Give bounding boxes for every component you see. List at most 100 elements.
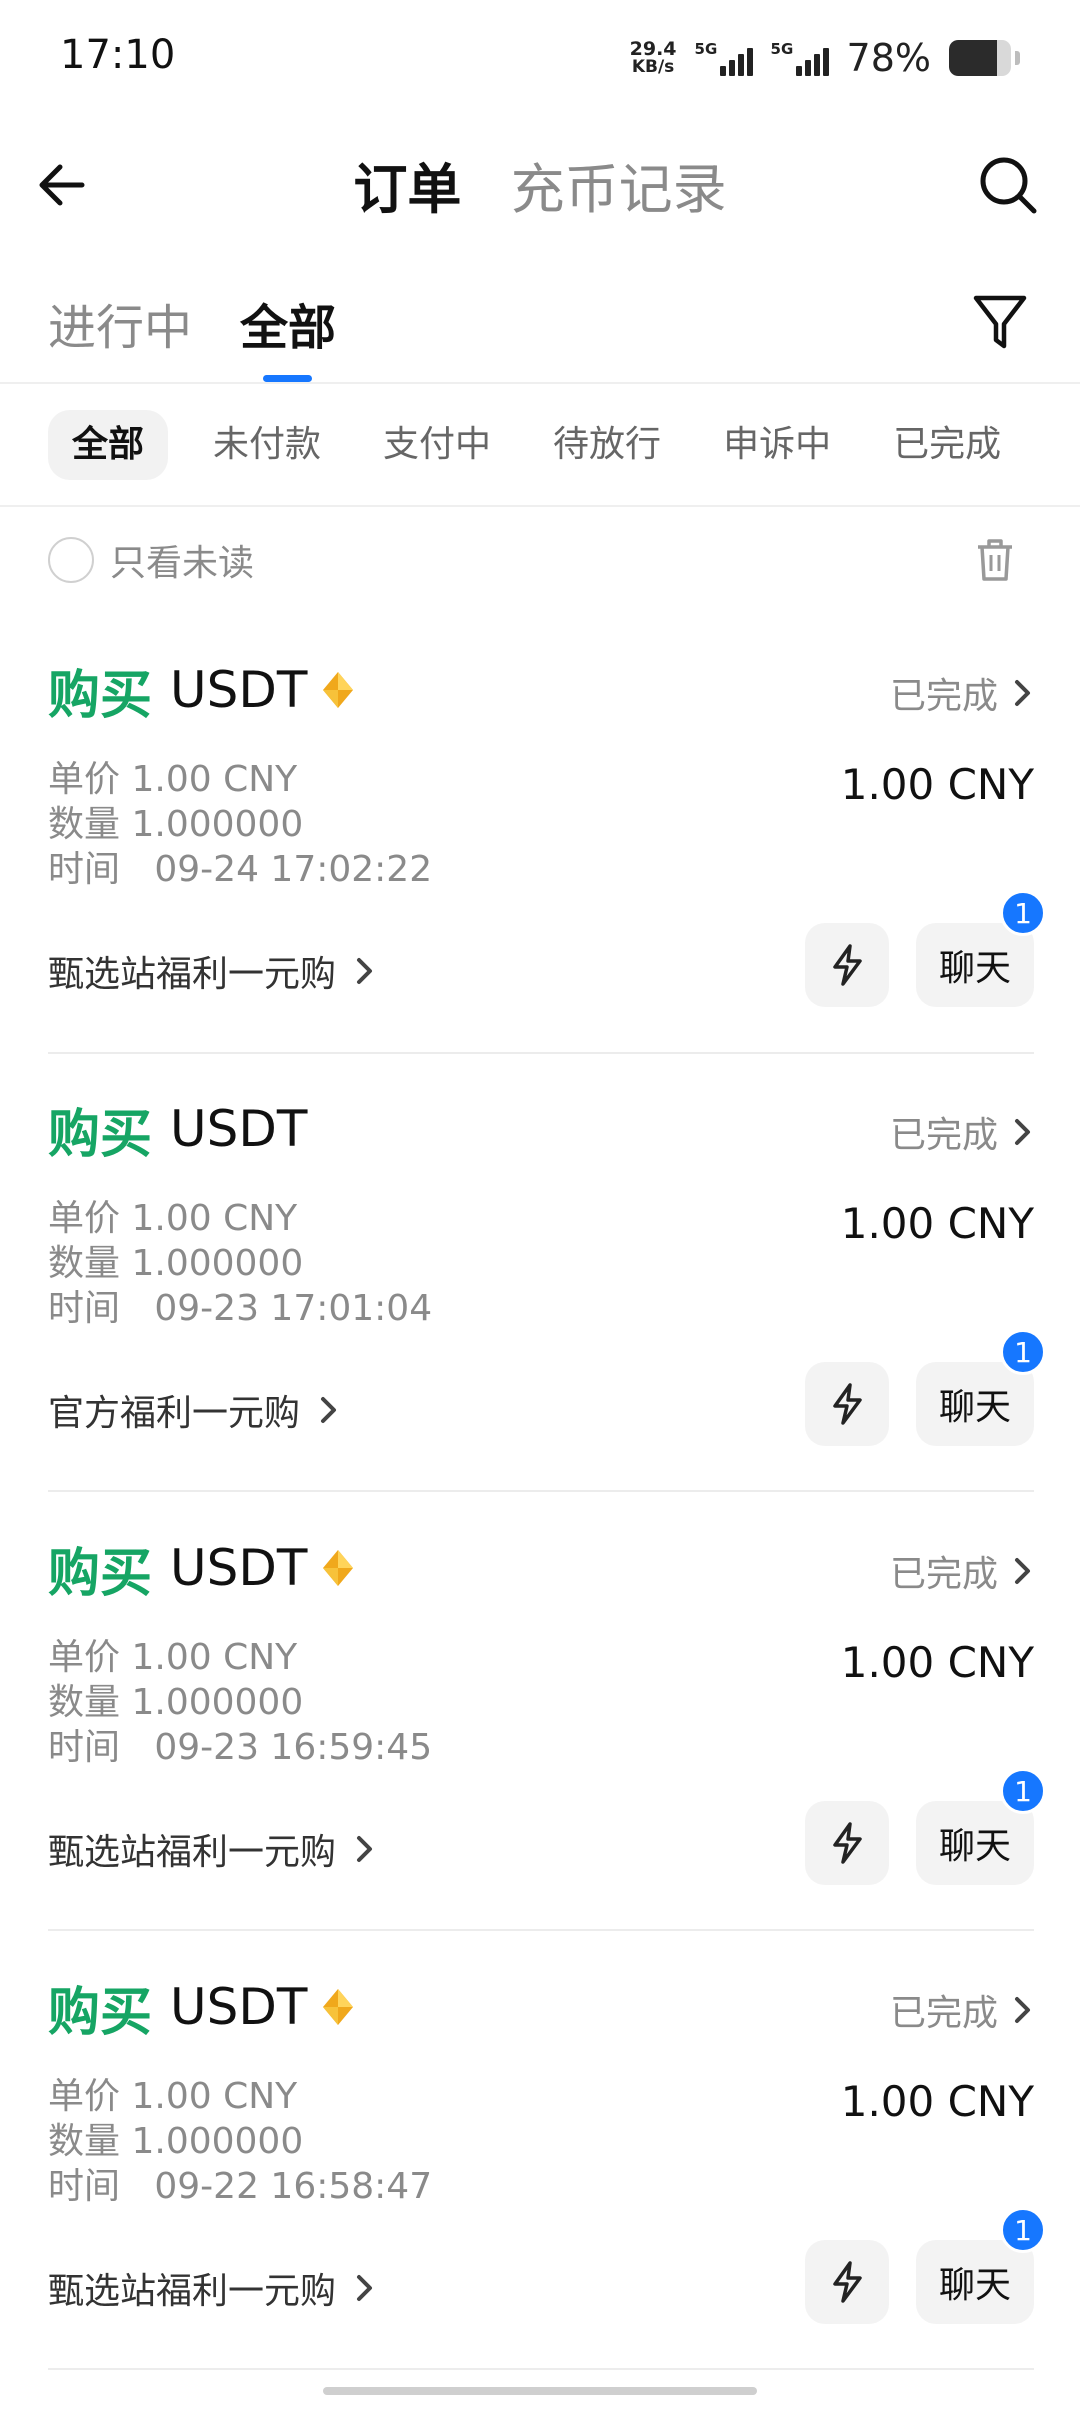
tab-orders[interactable]: 订单: [353, 145, 461, 224]
quantity-value: 1.000000: [131, 804, 304, 845]
chevron-right-icon: [1015, 680, 1030, 706]
promo-label: 官方福利一元购: [48, 1393, 301, 1434]
time-value: 09-22 16:58:47: [154, 2166, 433, 2207]
unit-price-label: 单价: [48, 759, 121, 800]
time-line: 时间 09-23 16:59:45: [48, 1718, 432, 1770]
unit-price-value: 1.00 CNY: [131, 2076, 298, 2117]
time-label: 时间: [48, 2166, 121, 2207]
tab-deposit-history[interactable]: 充币记录: [511, 145, 727, 224]
order-card[interactable]: 购买 USDT 已完成 单价 1.00 CNY 数量 1.000000 时间 0…: [48, 655, 1046, 1095]
time-line: 时间 09-24 17:02:22: [48, 840, 432, 892]
promo-label: 甄选站福利一元购: [48, 954, 337, 995]
vip-diamond-icon: [323, 1550, 354, 1586]
time-label: 时间: [48, 1288, 121, 1329]
status-bar: 17:10 29.4 KB/s 5G 5G 78%: [0, 0, 1080, 115]
signal-icon: 5G: [695, 36, 753, 80]
time-line: 时间 09-23 17:01:04: [48, 1279, 432, 1331]
network-speed: 29.4 KB/s: [630, 40, 677, 76]
unit-price-label: 单价: [48, 2076, 121, 2117]
quantity-label: 数量: [48, 804, 121, 845]
chat-button[interactable]: 聊天: [916, 1362, 1034, 1446]
unit-price-value: 1.00 CNY: [131, 759, 298, 800]
search-icon[interactable]: [976, 153, 1040, 217]
chat-button[interactable]: 聊天: [916, 2240, 1034, 2324]
order-status[interactable]: 已完成: [890, 1545, 1034, 1597]
tab-all[interactable]: 全部: [240, 288, 336, 358]
filter-chip-all[interactable]: 全部: [48, 410, 169, 480]
time-value: 09-23 16:59:45: [154, 1727, 433, 1768]
filter-chip-unpaid[interactable]: 未付款: [196, 410, 338, 480]
time-value: 09-23 17:01:04: [154, 1288, 433, 1329]
unread-badge: 1: [1000, 890, 1046, 936]
status-indicators: 29.4 KB/s 5G 5G 78%: [630, 30, 1020, 86]
order-side: 购买: [48, 1543, 153, 1604]
order-total: 1.00 CNY: [840, 1199, 1034, 1248]
divider: [48, 2368, 1034, 2370]
promo-label: 甄选站福利一元购: [48, 2271, 337, 2312]
unread-only-label: 只看未读: [110, 543, 255, 584]
promo-link[interactable]: 甄选站福利一元购: [48, 1823, 376, 1875]
filter-chip-appealing[interactable]: 申诉中: [706, 410, 848, 480]
order-total: 1.00 CNY: [840, 1638, 1034, 1687]
home-indicator[interactable]: [323, 2387, 757, 2395]
header-tabs: 订单 充币记录: [0, 145, 1080, 224]
order-card[interactable]: 购买 USDT 已完成 单价 1.00 CNY 数量 1.000000 时间 0…: [48, 1533, 1046, 1973]
filter-icon[interactable]: [970, 290, 1030, 354]
unread-only-radio[interactable]: [48, 537, 94, 583]
chat-button[interactable]: 聊天: [916, 1801, 1034, 1885]
chevron-right-icon: [1015, 1119, 1030, 1145]
order-side: 购买: [48, 665, 153, 726]
unread-only-toggle[interactable]: 只看未读: [48, 535, 254, 585]
order-card[interactable]: 购买 USDT 已完成 单价 1.00 CNY 数量 1.000000 时间 0…: [48, 1094, 1046, 1534]
order-status[interactable]: 已完成: [890, 1984, 1034, 2036]
divider: [48, 1929, 1034, 1931]
quantity-label: 数量: [48, 2121, 121, 2162]
order-side: 购买: [48, 1982, 153, 2043]
chevron-right-icon: [1015, 1558, 1030, 1584]
divider: [48, 1052, 1034, 1054]
quantity-value: 1.000000: [131, 1243, 304, 1284]
quantity-value: 1.000000: [131, 1682, 304, 1723]
order-status[interactable]: 已完成: [890, 1106, 1034, 1158]
unit-price-value: 1.00 CNY: [131, 1637, 298, 1678]
quick-action-button[interactable]: [805, 923, 889, 1007]
vip-diamond-icon: [323, 1989, 354, 2025]
time-value: 09-24 17:02:22: [154, 849, 433, 890]
divider: [48, 1490, 1034, 1492]
filter-chip-pending-release[interactable]: 待放行: [536, 410, 678, 480]
order-status-label: 已完成: [889, 1993, 998, 2034]
lightning-icon: [833, 2261, 862, 2303]
quick-action-button[interactable]: [805, 1362, 889, 1446]
promo-link[interactable]: 甄选站福利一元购: [48, 2262, 376, 2314]
network-speed-unit: KB/s: [631, 57, 675, 77]
divider: [0, 505, 1080, 507]
order-total: 1.00 CNY: [840, 2077, 1034, 2126]
quantity-label: 数量: [48, 1682, 121, 1723]
order-status[interactable]: 已完成: [890, 667, 1034, 719]
promo-link[interactable]: 甄选站福利一元购: [48, 945, 376, 997]
filter-chip-paying[interactable]: 支付中: [366, 410, 508, 480]
trash-icon[interactable]: [972, 535, 1018, 585]
vip-diamond-icon: [323, 672, 354, 708]
unread-badge: 1: [1000, 1329, 1046, 1375]
filter-chip-completed[interactable]: 已完成: [876, 410, 1018, 480]
time-label: 时间: [48, 849, 121, 890]
order-coin: USDT: [170, 1100, 308, 1158]
quick-action-button[interactable]: [805, 1801, 889, 1885]
order-total: 1.00 CNY: [840, 760, 1034, 809]
order-status-label: 已完成: [889, 1554, 998, 1595]
chevron-right-icon: [321, 1397, 337, 1423]
battery-icon: [949, 40, 1011, 76]
tab-in-progress[interactable]: 进行中: [48, 288, 192, 358]
promo-link[interactable]: 官方福利一元购: [48, 1384, 340, 1436]
order-card[interactable]: 购买 USDT 已完成 单价 1.00 CNY 数量 1.000000 时间 0…: [48, 1972, 1046, 2412]
quantity-value: 1.000000: [131, 2121, 304, 2162]
time-line: 时间 09-22 16:58:47: [48, 2157, 432, 2209]
chat-button[interactable]: 聊天: [916, 923, 1034, 1007]
quick-action-button[interactable]: [805, 2240, 889, 2324]
divider: [0, 382, 1080, 384]
signal-label: 5G: [694, 40, 718, 58]
scope-tabs: 进行中 全部: [0, 270, 1080, 382]
unit-price-label: 单价: [48, 1637, 121, 1678]
order-coin: USDT: [170, 1978, 308, 2036]
